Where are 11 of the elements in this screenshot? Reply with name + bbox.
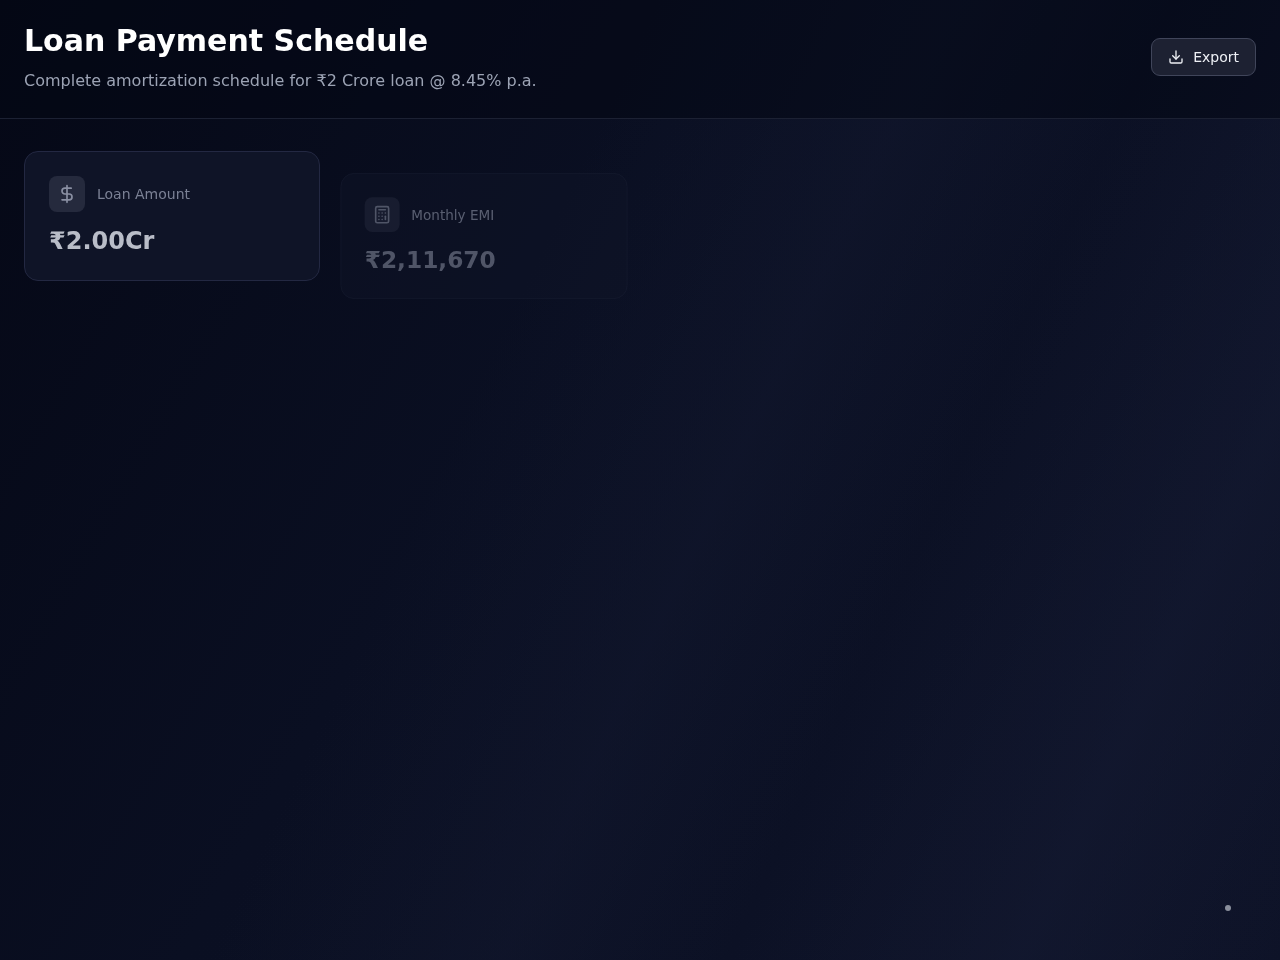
page-subtitle: Complete amortization schedule for ₹2 Crore loan @ 8.45% p.a.: [24, 70, 537, 92]
stat-value: ₹2.00Cr: [49, 226, 156, 256]
stat-value: ₹2,11,670: [364, 245, 497, 275]
stat-label: Monthly EMI: [411, 206, 495, 223]
page-title: Loan Payment Schedule: [24, 22, 430, 60]
dot-icon: [1225, 905, 1231, 911]
download-icon: [1168, 49, 1185, 65]
calculator-icon: [364, 197, 400, 233]
stat-label: Loan Amount: [97, 186, 191, 202]
dollar-icon: [49, 176, 85, 212]
export-button[interactable]: Export: [1151, 38, 1256, 76]
